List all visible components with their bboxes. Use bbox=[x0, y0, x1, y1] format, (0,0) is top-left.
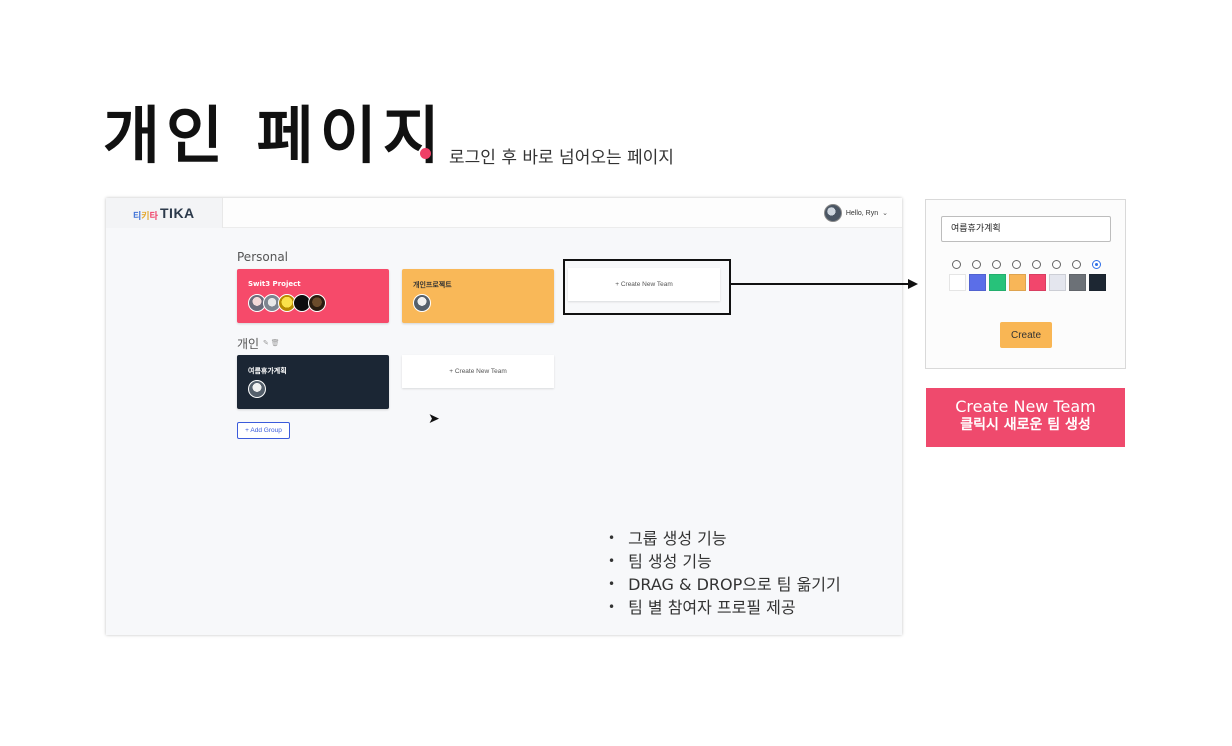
user-menu[interactable]: Hello, Ryn ⌄ bbox=[823, 202, 888, 224]
color-radio[interactable] bbox=[1032, 260, 1041, 269]
color-swatch[interactable] bbox=[1009, 274, 1026, 291]
color-swatch[interactable] bbox=[1089, 274, 1106, 291]
team-name: Swit3 Project bbox=[248, 280, 301, 288]
member-avatars bbox=[413, 294, 431, 312]
highlight-box bbox=[563, 259, 731, 315]
color-radio[interactable] bbox=[952, 260, 961, 269]
color-swatches bbox=[949, 274, 1106, 291]
color-swatch[interactable] bbox=[1069, 274, 1086, 291]
feature-list: 그룹 생성 기능 팀 생성 기능 DRAG & DROP으로 팀 옮기기 팀 별… bbox=[608, 528, 841, 620]
list-item: 팀 별 참여자 프로필 제공 bbox=[608, 597, 841, 620]
color-radio[interactable] bbox=[1092, 260, 1101, 269]
logo-korean: 티키타 bbox=[133, 212, 158, 222]
color-radio[interactable] bbox=[972, 260, 981, 269]
color-radios bbox=[952, 260, 1101, 269]
team-card[interactable]: 개인프로젝트 bbox=[402, 269, 554, 323]
color-swatch[interactable] bbox=[1029, 274, 1046, 291]
caption-box: Create New Team 클릭시 새로운 팀 생성 bbox=[926, 388, 1125, 447]
greeting-text: Hello, Ryn bbox=[845, 209, 879, 217]
logo[interactable]: 티키타 TIKA bbox=[106, 198, 223, 228]
color-swatch[interactable] bbox=[989, 274, 1006, 291]
top-bar: 티키타 TIKA Hello, Ryn ⌄ bbox=[106, 198, 902, 228]
avatar bbox=[823, 204, 842, 222]
group-label-personal: Personal bbox=[237, 250, 289, 264]
create-team-button[interactable]: + Create New Team bbox=[402, 355, 554, 388]
color-radio[interactable] bbox=[992, 260, 1001, 269]
logo-text: TIKA bbox=[160, 205, 195, 221]
mouse-cursor-icon: ➤ bbox=[428, 410, 440, 426]
list-item: DRAG & DROP으로 팀 옮기기 bbox=[608, 574, 841, 597]
team-card[interactable]: Swit3 Project bbox=[237, 269, 389, 323]
color-radio[interactable] bbox=[1072, 260, 1081, 269]
avatar bbox=[248, 380, 266, 398]
chevron-down-icon: ⌄ bbox=[882, 210, 888, 217]
list-item: 팀 생성 기능 bbox=[608, 551, 841, 574]
member-avatars bbox=[248, 380, 266, 398]
slide-title: 개인 페이지 bbox=[103, 99, 446, 172]
avatar bbox=[308, 294, 326, 312]
caption-line-2: 클릭시 새로운 팀 생성 bbox=[960, 417, 1091, 433]
color-radio[interactable] bbox=[1012, 260, 1021, 269]
group-label-personal-kr: 개인 bbox=[237, 337, 260, 351]
color-radio[interactable] bbox=[1052, 260, 1061, 269]
color-swatch[interactable] bbox=[949, 274, 966, 291]
caption-line-1: Create New Team bbox=[955, 397, 1096, 416]
team-name-input[interactable]: 여름휴가계획 bbox=[941, 216, 1111, 242]
title-dot bbox=[420, 148, 431, 159]
create-button[interactable]: Create bbox=[1000, 322, 1052, 348]
color-swatch[interactable] bbox=[1049, 274, 1066, 291]
slide-subtitle: 로그인 후 바로 넘어오는 페이지 bbox=[449, 148, 674, 168]
color-swatch[interactable] bbox=[969, 274, 986, 291]
create-team-modal: 여름휴가계획 Create bbox=[925, 199, 1126, 369]
arrow-head-icon bbox=[908, 279, 918, 289]
edit-group-icons[interactable]: ✎ 🗑 bbox=[263, 339, 280, 347]
team-name: 여름휴가계획 bbox=[248, 367, 287, 375]
list-item: 그룹 생성 기능 bbox=[608, 528, 841, 551]
add-group-button[interactable]: + Add Group bbox=[237, 422, 290, 439]
member-avatars bbox=[248, 294, 326, 312]
arrow-line bbox=[731, 283, 911, 285]
team-card[interactable]: 여름휴가계획 bbox=[237, 355, 389, 409]
avatar bbox=[413, 294, 431, 312]
team-name: 개인프로젝트 bbox=[413, 281, 452, 289]
